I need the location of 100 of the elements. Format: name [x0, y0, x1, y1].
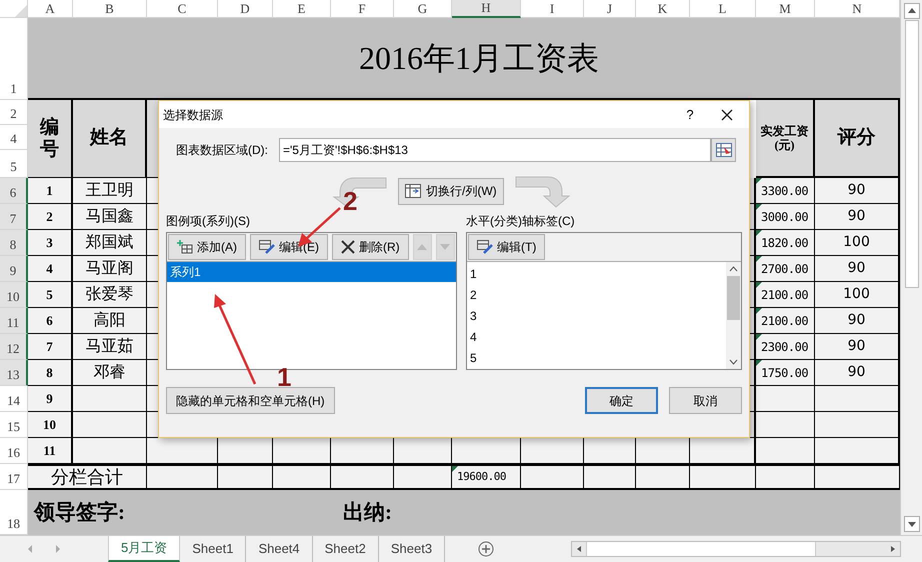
- column-header[interactable]: C: [147, 0, 218, 18]
- table-cell: [521, 464, 584, 490]
- table-cell: 1: [28, 178, 73, 204]
- row-header[interactable]: 14: [0, 386, 28, 412]
- column-header[interactable]: J: [584, 0, 636, 18]
- column-header[interactable]: H: [452, 0, 521, 18]
- previous-sheet-icon[interactable]: [26, 544, 34, 554]
- vertical-scrollbar[interactable]: [726, 262, 741, 369]
- signature-label: 领导签字:: [34, 498, 125, 526]
- row-header[interactable]: 18: [0, 490, 28, 535]
- scrollbar-thumb[interactable]: [904, 20, 918, 288]
- row-header[interactable]: 8: [0, 230, 28, 256]
- next-sheet-icon[interactable]: [54, 544, 62, 554]
- row-header[interactable]: 6: [0, 178, 28, 204]
- horizontal-scrollbar[interactable]: [571, 541, 902, 557]
- table-cell: 100: [815, 282, 900, 308]
- row-header[interactable]: 9: [0, 256, 28, 282]
- table-cell: 马国鑫: [73, 204, 147, 230]
- sheet-tab[interactable]: Sheet3: [378, 536, 446, 562]
- column-header[interactable]: F: [331, 0, 394, 18]
- table-cell: 90: [815, 256, 900, 282]
- table-cell: 4: [28, 256, 73, 282]
- axis-label-item[interactable]: 4: [470, 327, 723, 348]
- column-header[interactable]: B: [73, 0, 147, 18]
- sheet-tab[interactable]: 5月工资: [108, 536, 180, 562]
- hidden-cells-button[interactable]: 隐藏的单元格和空单元格(H): [166, 387, 335, 414]
- collapse-dialog-button[interactable]: [711, 138, 736, 162]
- table-cell: [331, 464, 394, 490]
- table-cell: 2700.00: [756, 256, 815, 282]
- row-header[interactable]: 12: [0, 334, 28, 360]
- table-cell: [756, 438, 815, 464]
- close-icon: [721, 108, 733, 120]
- scroll-down-icon[interactable]: [904, 516, 920, 532]
- row-header[interactable]: 2: [0, 100, 28, 125]
- ok-button[interactable]: 确定: [585, 387, 658, 414]
- row-header[interactable]: 4: [0, 125, 28, 150]
- column-header[interactable]: M: [756, 0, 815, 18]
- table-cell: 3: [28, 230, 73, 256]
- row-header[interactable]: 11: [0, 308, 28, 334]
- help-button[interactable]: ?: [675, 102, 705, 128]
- table-cell: 3300.00: [756, 178, 815, 204]
- table-cell: 7: [28, 334, 73, 360]
- add-button[interactable]: 添加(A): [168, 234, 246, 260]
- sheet-tab[interactable]: Sheet4: [246, 536, 313, 562]
- add-icon: [177, 240, 193, 254]
- table-cell: 90: [815, 334, 900, 360]
- column-header[interactable]: K: [636, 0, 690, 18]
- column-header[interactable]: A: [28, 0, 73, 18]
- table-cell: [756, 464, 815, 490]
- table-cell: [690, 464, 756, 490]
- scrollbar-thumb[interactable]: [727, 276, 740, 320]
- row-header[interactable]: 17: [0, 464, 28, 490]
- axis-label-item[interactable]: 1: [470, 264, 723, 285]
- column-heading: 实发工资(元): [756, 100, 815, 178]
- row-header[interactable]: 10: [0, 282, 28, 308]
- column-header[interactable]: D: [218, 0, 273, 18]
- axis-label-item[interactable]: 3: [470, 306, 723, 327]
- column-header[interactable]: G: [394, 0, 452, 18]
- table-cell: [273, 464, 331, 490]
- vertical-scrollbar[interactable]: [900, 0, 922, 535]
- table-cell: 11: [28, 438, 73, 464]
- column-header[interactable]: E: [273, 0, 331, 18]
- sheet-tab[interactable]: Sheet2: [312, 536, 379, 562]
- column-header[interactable]: N: [815, 0, 900, 18]
- range-picker-icon: [716, 143, 732, 157]
- switch-row-column-button[interactable]: 切换行/列(W): [398, 178, 504, 204]
- delete-icon: [341, 240, 355, 254]
- scroll-up-icon[interactable]: [904, 3, 920, 19]
- add-sheet-icon[interactable]: [478, 541, 494, 557]
- row-header[interactable]: 1: [0, 18, 28, 100]
- dialog-title: 选择数据源: [163, 106, 223, 124]
- switch-icon: [405, 184, 421, 198]
- table-cell: [584, 464, 636, 490]
- edit-button[interactable]: 编辑(T): [468, 234, 546, 260]
- edit-icon: [259, 240, 275, 254]
- column-header[interactable]: I: [521, 0, 584, 18]
- table-cell: 1750.00: [756, 360, 815, 386]
- row-header[interactable]: 7: [0, 204, 28, 230]
- axis-labels-label: 水平(分类)轴标签(C): [466, 214, 576, 229]
- table-cell: [218, 464, 273, 490]
- sheet-tab[interactable]: Sheet1: [180, 536, 246, 562]
- row-header[interactable]: 15: [0, 412, 28, 438]
- delete-button[interactable]: 删除(R): [332, 234, 409, 260]
- column-header[interactable]: L: [690, 0, 756, 18]
- axis-label-item[interactable]: 5: [470, 348, 723, 369]
- row-header[interactable]: 16: [0, 438, 28, 464]
- scrollbar-thumb[interactable]: [586, 542, 816, 556]
- title-cell: 2016年1月工资表: [28, 18, 900, 100]
- table-cell: 邓睿: [73, 360, 147, 386]
- range-field[interactable]: ='5月工资'!$H$6:$H$13: [279, 138, 711, 162]
- column-heading: 编号: [28, 100, 73, 178]
- series-list-item[interactable]: 系列1: [167, 262, 456, 282]
- axis-label-item[interactable]: 2: [470, 285, 723, 306]
- column-heading: 评分: [815, 100, 900, 178]
- table-cell: 王卫明: [73, 178, 147, 204]
- cancel-button[interactable]: 取消: [669, 387, 742, 414]
- row-header[interactable]: 5: [0, 150, 28, 178]
- table-cell: 19600.00: [452, 464, 521, 490]
- table-cell: 2300.00: [756, 334, 815, 360]
- row-header[interactable]: 13: [0, 360, 28, 386]
